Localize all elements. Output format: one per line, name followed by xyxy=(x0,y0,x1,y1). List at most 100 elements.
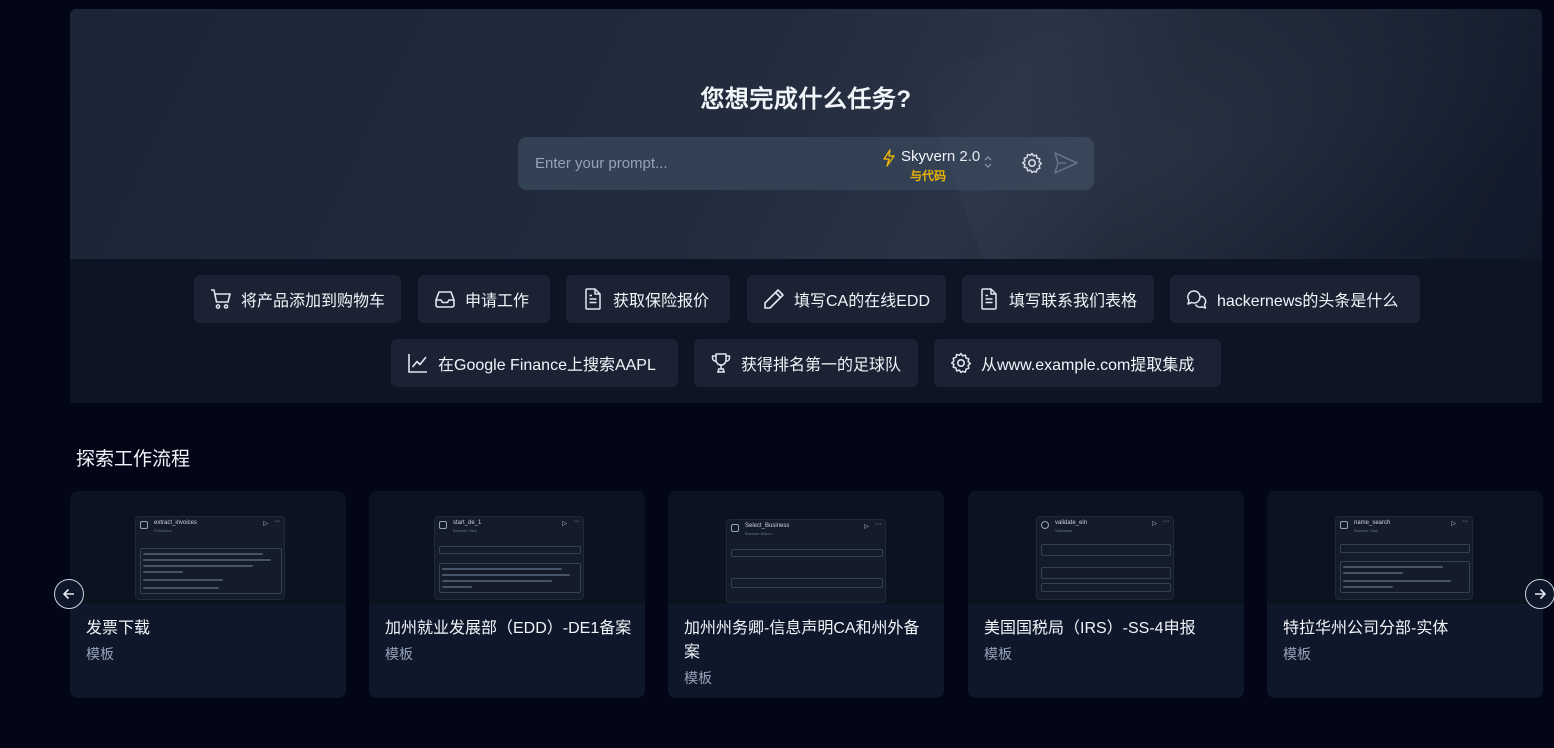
node-title: Select_Business xyxy=(745,523,790,529)
url-field xyxy=(731,549,883,557)
suggestion-chip[interactable]: 申请工作 xyxy=(418,275,550,323)
suggestion-chip[interactable]: hackernews的头条是什么 xyxy=(1170,275,1420,323)
carousel-next-button[interactable] xyxy=(1525,579,1554,609)
node-title: start_de_1 xyxy=(453,520,482,526)
text-line xyxy=(143,559,271,561)
workflow-title: 发票下载 xyxy=(86,620,151,637)
section-title: 探索工作流程 xyxy=(76,449,191,470)
node-subtitle: Browser Action xyxy=(745,531,772,536)
text-line xyxy=(442,568,562,570)
url-field xyxy=(1340,544,1470,553)
node-title: extract_invoices xyxy=(154,520,198,526)
more-icon: ⋯ xyxy=(1163,519,1169,525)
text-line xyxy=(1343,580,1451,582)
workflow-preview: start_de_1 Browser Task ▷ ⋯ xyxy=(369,491,645,604)
document-icon xyxy=(585,288,601,310)
text-line xyxy=(143,565,253,567)
workflow-tag: 模板 xyxy=(86,646,114,662)
workflow-tag: 模板 xyxy=(684,670,712,686)
workflow-preview: name_search Browser Task ▷ ⋯ xyxy=(1267,491,1543,604)
arrow-right-icon xyxy=(1535,588,1546,600)
suggestion-label: 填写CA的在线EDD xyxy=(794,293,931,310)
node-subtitle: Validation xyxy=(1055,528,1073,533)
preview-node: validate_ein Validation ▷ ⋯ xyxy=(1036,516,1174,600)
suggestion-label: 将产品添加到购物车 xyxy=(241,293,386,310)
workflow-preview: extract_invoices Extraction ▷ ⋯ xyxy=(70,491,346,604)
workflow-card[interactable]: name_search Browser Task ▷ ⋯ 特拉华州公司分部-实体… xyxy=(1267,491,1543,698)
suggestion-chip[interactable]: 填写联系我们表格 xyxy=(962,275,1154,323)
document-icon xyxy=(981,288,997,310)
inbox-icon xyxy=(435,291,455,308)
workflow-tag: 模板 xyxy=(385,646,413,662)
workflow-tag: 模板 xyxy=(984,646,1012,662)
workflow-title: 加州就业发展部（EDD）-DE1备案 xyxy=(385,620,632,637)
node-icon xyxy=(1041,521,1049,529)
node-icon xyxy=(731,524,739,532)
action-field xyxy=(731,578,883,588)
text-line xyxy=(143,579,223,581)
suggestion-chip[interactable]: 获得排名第一的足球队 xyxy=(694,339,918,387)
terminate-field xyxy=(1041,567,1171,579)
hero-title: 您想完成什么任务? xyxy=(700,86,912,113)
bolt-icon xyxy=(883,149,895,167)
line-chart-icon xyxy=(408,354,427,373)
more-icon: ⋯ xyxy=(875,522,881,528)
text-line xyxy=(442,574,570,576)
suggestion-chip[interactable]: 将产品添加到购物车 xyxy=(194,275,401,323)
suggestion-label: 在Google Finance上搜索AAPL xyxy=(438,357,656,374)
text-line xyxy=(143,571,183,573)
suggestion-label: hackernews的头条是什么 xyxy=(1217,293,1399,310)
play-icon: ▷ xyxy=(864,524,869,530)
text-line xyxy=(143,587,219,589)
send-icon[interactable] xyxy=(1053,151,1079,175)
trophy-icon xyxy=(711,353,731,373)
play-icon: ▷ xyxy=(263,521,268,527)
suggestion-label: 获取保险报价 xyxy=(613,293,710,310)
workflow-tag: 模板 xyxy=(1283,646,1311,662)
more-icon: ⋯ xyxy=(573,519,579,525)
text-line xyxy=(442,586,472,588)
model-select[interactable]: Skyvern 2.0 与代码 xyxy=(880,146,992,183)
suggestion-chip[interactable]: 在Google Finance上搜索AAPL xyxy=(391,339,678,387)
model-name: Skyvern 2.0 xyxy=(901,148,981,165)
workflow-title: 加州州务卿-信息声明CA和州外备案 xyxy=(684,620,920,661)
preview-node: name_search Browser Task ▷ ⋯ xyxy=(1335,516,1473,600)
text-line xyxy=(1343,586,1393,588)
node-icon xyxy=(140,521,148,529)
play-icon: ▷ xyxy=(1152,521,1157,527)
workflow-card[interactable]: extract_invoices Extraction ▷ ⋯ 发票下载 模板 xyxy=(70,491,346,698)
preview-node: extract_invoices Extraction ▷ ⋯ xyxy=(135,516,285,600)
pencil-icon xyxy=(764,289,784,309)
workflow-card[interactable]: validate_ein Validation ▷ ⋯ 美国国税局（IRS）-S… xyxy=(968,491,1244,698)
node-subtitle: Browser Task xyxy=(453,528,477,533)
node-icon xyxy=(1340,521,1348,529)
url-field xyxy=(439,546,581,554)
model-subtitle: 与代码 xyxy=(910,169,947,183)
prompt-box: Skyvern 2.0 与代码 xyxy=(518,137,1094,190)
more-icon: ⋯ xyxy=(274,519,280,525)
gear-icon xyxy=(950,352,972,374)
suggestion-label: 从www.example.com提取集成 xyxy=(981,357,1195,374)
workflow-title: 特拉华州公司分部-实体 xyxy=(1283,620,1449,637)
carousel-prev-button[interactable] xyxy=(54,579,84,609)
more-icon: ⋯ xyxy=(1462,519,1468,525)
play-icon: ▷ xyxy=(1451,521,1456,527)
node-subtitle: Browser Task xyxy=(1354,528,1378,533)
preview-node: start_de_1 Browser Task ▷ ⋯ xyxy=(434,516,584,600)
workflow-title: 美国国税局（IRS）-SS-4申报 xyxy=(984,620,1196,637)
gear-icon[interactable] xyxy=(1020,151,1044,175)
node-subtitle: Extraction xyxy=(154,528,172,533)
suggestion-chip[interactable]: 获取保险报价 xyxy=(566,275,730,323)
suggestion-chip[interactable]: 从www.example.com提取集成 xyxy=(934,339,1221,387)
prompt-input[interactable] xyxy=(518,137,868,190)
workflow-card[interactable]: Select_Business Browser Action ▷ ⋯ 加州州务卿… xyxy=(668,491,944,698)
workflow-card[interactable]: start_de_1 Browser Task ▷ ⋯ 加州就业发展部（EDD）… xyxy=(369,491,645,698)
output-field xyxy=(1041,583,1171,592)
preview-node: Select_Business Browser Action ▷ ⋯ xyxy=(726,519,886,603)
suggestion-label: 填写联系我们表格 xyxy=(1009,293,1138,310)
arrow-left-icon xyxy=(63,588,74,600)
text-line xyxy=(143,553,263,555)
suggestion-label: 申请工作 xyxy=(465,293,530,310)
suggestion-chip[interactable]: 填写CA的在线EDD xyxy=(747,275,946,323)
node-title: name_search xyxy=(1354,520,1391,526)
